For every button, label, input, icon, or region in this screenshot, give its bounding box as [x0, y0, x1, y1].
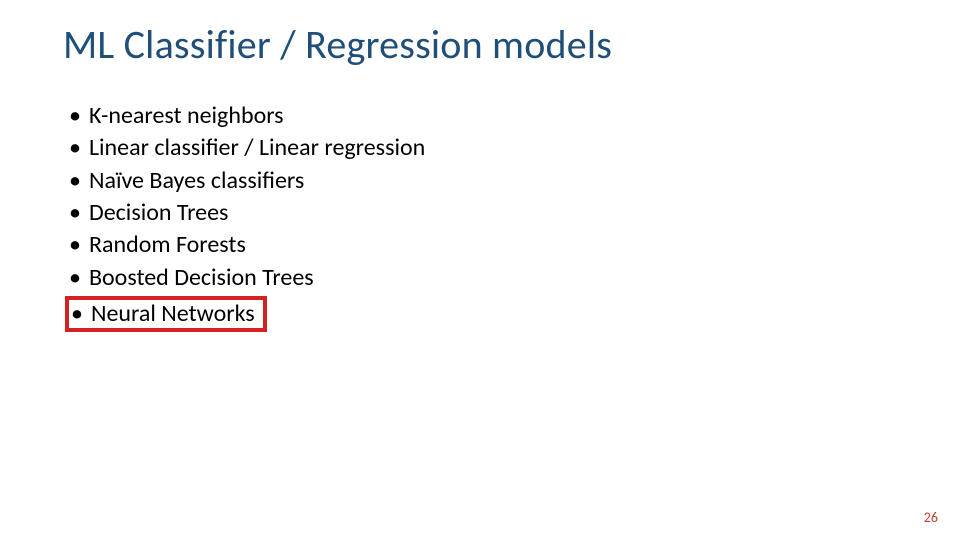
bullet-icon: •	[69, 167, 81, 195]
list-item: • Boosted Decision Trees	[69, 264, 425, 292]
list-item-label: K-nearest neighbors	[89, 102, 284, 130]
highlight-box: • Neural Networks	[65, 296, 267, 332]
list-item-label: Boosted Decision Trees	[89, 264, 314, 292]
bullet-icon: •	[69, 231, 81, 259]
bullet-icon: •	[69, 264, 81, 292]
page-number: 26	[924, 509, 938, 526]
slide-title: ML Classifier / Regression models	[63, 20, 612, 69]
list-item-label: Random Forests	[89, 231, 246, 259]
list-item: • Neural Networks	[69, 296, 425, 332]
list-item-label: Neural Networks	[91, 300, 255, 328]
slide: ML Classifier / Regression models • K-ne…	[0, 0, 960, 540]
bullet-icon: •	[69, 102, 81, 130]
list-item: • Linear classifier / Linear regression	[69, 134, 425, 162]
list-item-label: Naïve Bayes classifiers	[89, 167, 304, 195]
list-item: • Naïve Bayes classifiers	[69, 167, 425, 195]
bullet-icon: •	[69, 199, 81, 227]
bullet-list: • K-nearest neighbors • Linear classifie…	[69, 102, 425, 336]
bullet-icon: •	[71, 300, 83, 328]
list-item-label: Decision Trees	[89, 199, 228, 227]
bullet-icon: •	[69, 134, 81, 162]
list-item: • Decision Trees	[69, 199, 425, 227]
list-item: • Random Forests	[69, 231, 425, 259]
list-item-label: Linear classifier / Linear regression	[89, 134, 425, 162]
list-item: • K-nearest neighbors	[69, 102, 425, 130]
